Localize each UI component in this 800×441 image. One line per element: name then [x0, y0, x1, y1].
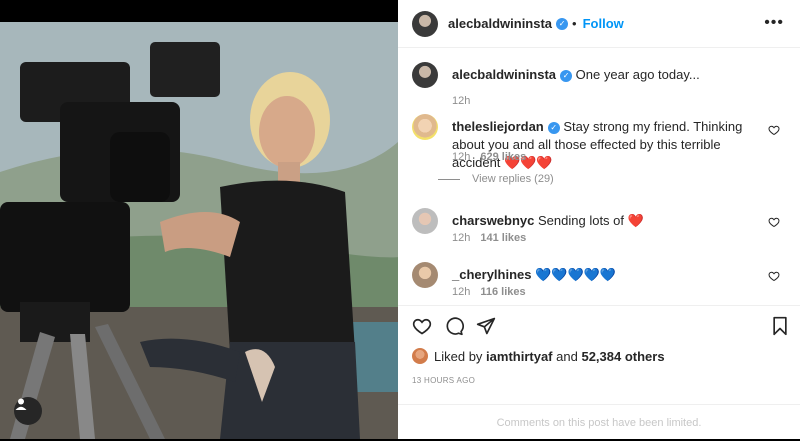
follow-button[interactable]: Follow — [583, 16, 624, 31]
comment-username[interactable]: theleslie​jordan — [452, 119, 544, 134]
liked-by-user[interactable]: iamthirtyaf — [486, 349, 552, 364]
commenter-avatar[interactable] — [412, 114, 438, 140]
post-timestamp[interactable]: 13 HOURS AGO — [412, 376, 475, 385]
comment-text-block: charswebnyc Sending lots of ❤️ — [452, 212, 767, 230]
comment-likes[interactable]: 116 likes — [480, 286, 525, 298]
post-action-bar — [398, 305, 800, 348]
caption-text: One year ago today... — [575, 67, 700, 82]
comment-meta: 12h 141 likes — [452, 232, 526, 244]
comment-emoji: ❤️ — [627, 213, 644, 228]
post-image-illustration — [0, 22, 398, 439]
comments-list: alecbaldwininsta ✓ One year ago today... … — [398, 48, 800, 305]
liked-by-prefix: Liked by — [434, 348, 483, 364]
instagram-post-window: alecbaldwininsta ✓ • Follow ••• alecbald… — [0, 0, 800, 439]
caption: alecbaldwininsta ✓ One year ago today... … — [412, 62, 786, 107]
comment-meta: 12h 116 likes — [452, 286, 526, 298]
tagged-users-button[interactable] — [14, 397, 42, 425]
comment-item: _cherylhines 💙💙💙💙💙 12h 116 likes — [412, 262, 786, 302]
person-icon — [15, 398, 27, 410]
liker-avatar[interactable] — [412, 348, 428, 364]
commenter-avatar[interactable] — [412, 262, 438, 288]
caption-author-avatar[interactable] — [412, 62, 438, 88]
comment-likes[interactable]: 141 likes — [480, 232, 526, 244]
comment-text: Sending lots of — [538, 213, 628, 228]
caption-text-block: alecbaldwininsta ✓ One year ago today... — [452, 66, 767, 84]
like-comment-heart-icon[interactable] — [768, 216, 780, 228]
verified-badge-icon: ✓ — [547, 121, 560, 134]
replies-divider — [438, 178, 460, 180]
more-options-button[interactable]: ••• — [764, 14, 784, 32]
bookmark-save-icon[interactable] — [770, 316, 790, 336]
comment-text-block: _cherylhines 💙💙💙💙💙 — [452, 266, 767, 284]
comment-likes[interactable]: 629 likes — [480, 151, 526, 163]
comment-text-block: theleslie​jordan ✓ Stay strong my friend.… — [452, 118, 767, 172]
comment-item: charswebnyc Sending lots of ❤️ 12h 141 li… — [412, 208, 786, 248]
header-separator: • — [572, 16, 577, 31]
caption-time: 12h — [452, 95, 471, 107]
verified-badge-icon: ✓ — [556, 17, 569, 30]
share-send-icon[interactable] — [476, 316, 496, 336]
author-username[interactable]: alecbaldwininsta — [448, 16, 552, 31]
comment-time: 12h — [452, 286, 471, 298]
like-heart-icon[interactable] — [412, 316, 432, 336]
commenter-avatar[interactable] — [412, 208, 438, 234]
comment-bubble-icon[interactable] — [444, 316, 464, 336]
like-comment-heart-icon[interactable] — [768, 270, 780, 282]
view-replies-label[interactable]: View replies (29) — [472, 173, 554, 185]
liked-by-middle: and — [556, 348, 578, 364]
verified-badge-icon: ✓ — [560, 69, 573, 82]
view-replies-button[interactable]: View replies (29) — [438, 173, 554, 185]
comments-limited-notice: Comments on this post have been limited. — [398, 404, 800, 440]
liked-by-count[interactable]: 52,384 others — [581, 349, 664, 364]
comment-time: 12h — [452, 151, 471, 163]
comment-time: 12h — [452, 232, 471, 244]
like-comment-heart-icon[interactable] — [768, 124, 780, 136]
author-avatar[interactable] — [412, 10, 438, 37]
comment-username[interactable]: charswebnyc — [452, 213, 534, 228]
post-header: alecbaldwininsta ✓ • Follow ••• — [398, 0, 800, 48]
comment-meta: 12h 629 likes — [452, 151, 526, 163]
post-side-panel: alecbaldwininsta ✓ • Follow ••• alecbald… — [398, 0, 800, 439]
liked-by-row: Liked by iamthirtyaf and 52,384 others — [412, 348, 665, 364]
comment-item: theleslie​jordan ✓ Stay strong my friend.… — [412, 114, 786, 174]
comment-username[interactable]: _cherylhines — [452, 267, 532, 282]
post-photo[interactable] — [0, 22, 398, 439]
caption-username[interactable]: alecbaldwininsta — [452, 67, 556, 82]
comment-emoji: 💙💙💙💙💙 — [535, 267, 617, 282]
